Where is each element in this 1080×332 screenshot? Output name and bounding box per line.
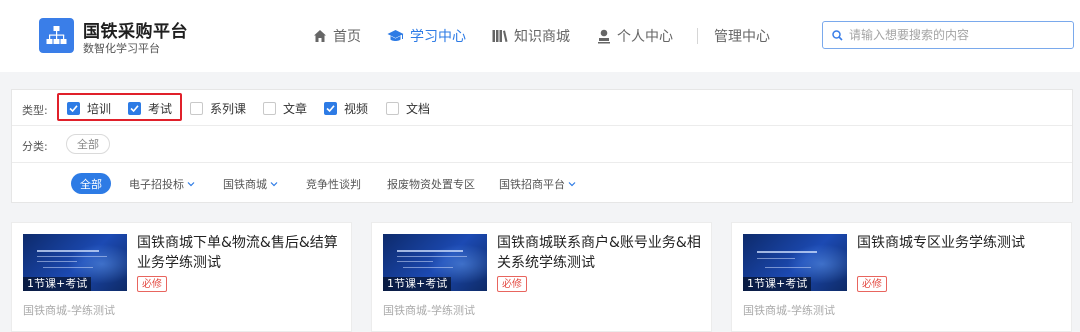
type-checkbox-training[interactable]: 培训: [67, 100, 111, 117]
nav-personal-center[interactable]: 个人中心: [597, 26, 673, 46]
type-checkbox-label: 系列课: [210, 102, 247, 116]
user-icon: [598, 29, 610, 43]
course-title[interactable]: 国铁商城专区业务学练测试: [857, 233, 1062, 253]
subcategory-all[interactable]: 全部: [71, 173, 111, 194]
course-card[interactable]: 1节课+考试 国铁商城联系商户&账号业务&相关系统学练测试 必修 国铁商城-学练…: [371, 222, 712, 332]
subcategory-scrap-disposal[interactable]: 报废物资处置专区: [387, 176, 475, 192]
course-thumbnail[interactable]: 1节课+考试: [23, 234, 127, 291]
type-checkbox-series[interactable]: 系列课: [190, 100, 246, 117]
subcategory-label: 报废物资处置专区: [387, 178, 475, 191]
course-card[interactable]: 1节课+考试 国铁商城专区业务学练测试 必修 国铁商城-学练测试: [731, 222, 1072, 332]
type-checkbox-label: 文档: [406, 102, 431, 116]
course-title[interactable]: 国铁商城联系商户&账号业务&相关系统学练测试: [497, 233, 702, 273]
chevron-down-icon: [187, 182, 195, 187]
type-checkbox-video[interactable]: 视频: [324, 100, 368, 117]
course-thumbnail[interactable]: 1节课+考试: [743, 234, 847, 291]
nav-admin-center-label: 管理中心: [714, 29, 770, 45]
top-header: 国铁采购平台 数智化学习平台 首页 学习中心 知识商城 个人中心 管理中心 请输…: [0, 0, 1080, 72]
search-icon: [832, 30, 843, 41]
logo[interactable]: [39, 18, 74, 53]
type-checkbox-exam[interactable]: 考试: [128, 100, 172, 117]
category-filter-label: 分类:: [22, 140, 48, 153]
course-category: 国铁商城-学练测试: [23, 304, 115, 317]
check-icon: [69, 105, 78, 113]
nav-personal-center-label: 个人中心: [617, 29, 673, 45]
filter-divider: [12, 125, 1072, 126]
course-card[interactable]: 1节课+考试 国铁商城下单&物流&售后&结算业务学练测试 必修 国铁商城-学练测…: [11, 222, 352, 332]
nav-knowledge-mall-label: 知识商城: [514, 29, 570, 45]
org-chart-icon: [46, 26, 67, 44]
course-category: 国铁商城-学练测试: [383, 304, 475, 317]
lesson-count-badge: 1节课+考试: [383, 277, 452, 291]
chevron-down-icon: [270, 182, 278, 187]
nav-admin-center[interactable]: 管理中心: [714, 26, 770, 46]
subcategory-investment-platform[interactable]: 国铁招商平台: [499, 176, 576, 192]
required-tag: 必修: [857, 276, 887, 292]
subcategory-label: 国铁商城: [223, 178, 267, 191]
filter-divider: [12, 162, 1072, 163]
subcategory-label: 国铁招商平台: [499, 178, 565, 191]
category-all-pill[interactable]: 全部: [66, 134, 110, 154]
graduation-cap-icon: [387, 30, 404, 41]
nav-home[interactable]: 首页: [313, 26, 361, 46]
required-tag: 必修: [497, 276, 527, 292]
nav-knowledge-mall[interactable]: 知识商城: [492, 26, 570, 46]
subcategory-label: 全部: [80, 177, 102, 191]
type-checkbox-document[interactable]: 文档: [386, 100, 430, 117]
check-icon: [326, 105, 335, 113]
course-category: 国铁商城-学练测试: [743, 304, 835, 317]
type-checkbox-label: 视频: [344, 102, 369, 116]
subcategory-label: 电子招投标: [129, 178, 184, 191]
chevron-down-icon: [568, 182, 576, 187]
check-icon: [130, 105, 139, 113]
subcategory-e-bidding[interactable]: 电子招投标: [129, 176, 195, 192]
brand-title: 国铁采购平台: [83, 22, 188, 42]
brand-subtitle: 数智化学习平台: [83, 42, 160, 55]
lesson-count-badge: 1节课+考试: [743, 277, 812, 291]
lesson-count-badge: 1节课+考试: [23, 277, 92, 291]
nav-learning-center[interactable]: 学习中心: [387, 26, 466, 46]
books-icon: [492, 30, 508, 42]
subcategory-label: 竞争性谈判: [306, 178, 361, 191]
course-thumbnail[interactable]: 1节课+考试: [383, 234, 487, 291]
search-box[interactable]: [822, 21, 1074, 49]
type-checkbox-label: 考试: [148, 102, 173, 116]
type-filter-label: 类型:: [22, 104, 48, 117]
required-tag: 必修: [137, 276, 167, 292]
subcategory-railway-mall[interactable]: 国铁商城: [223, 176, 278, 192]
type-checkbox-label: 培训: [87, 102, 112, 116]
type-checkbox-label: 文章: [283, 102, 308, 116]
filter-panel: 类型: 培训 考试 系列课 文章 视频 文档 分类: 全部 全部 电子招投标 国…: [11, 89, 1073, 203]
search-input[interactable]: [849, 22, 1069, 48]
nav-home-label: 首页: [333, 29, 361, 45]
subcategory-competitive-negotiation[interactable]: 竞争性谈判: [306, 176, 361, 192]
course-title[interactable]: 国铁商城下单&物流&售后&结算业务学练测试: [137, 233, 342, 273]
nav-learning-center-label: 学习中心: [410, 29, 466, 45]
nav-divider: [697, 28, 698, 44]
home-icon: [314, 30, 326, 42]
type-checkbox-article[interactable]: 文章: [263, 100, 307, 117]
